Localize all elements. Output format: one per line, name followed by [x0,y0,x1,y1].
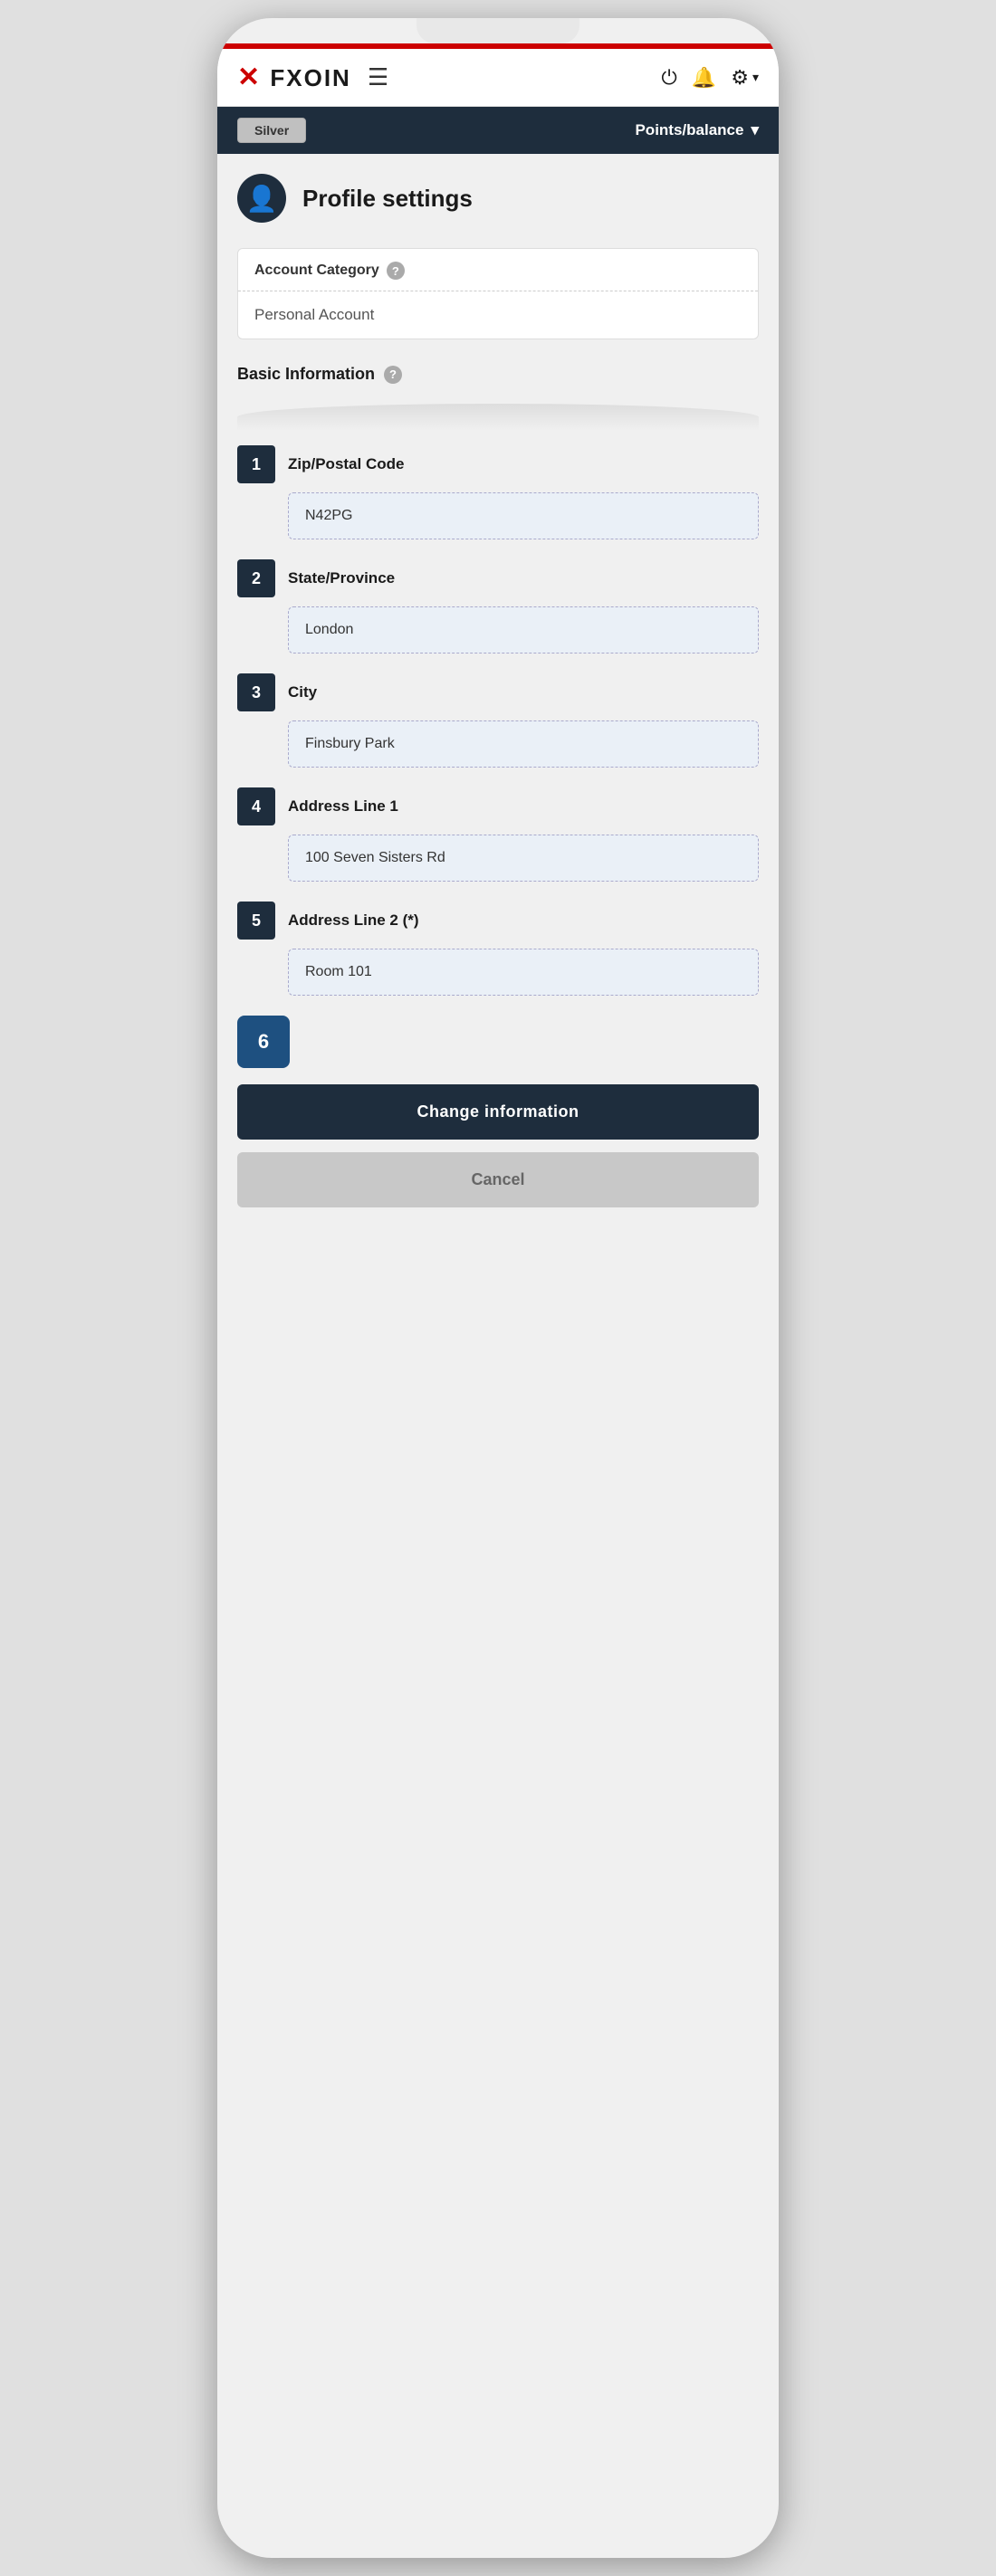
field-2-badge: 2 [237,559,275,597]
field-state-group: 2 State/Province [237,559,759,654]
header: ✕ FXOIN ☰ ⏻ 🔔 ⚙ ▾ [217,49,779,107]
main-content: Account Category ? Personal Account Basi… [217,239,779,1289]
power-icon[interactable]: ⏻ [661,66,676,90]
city-input[interactable] [288,720,759,768]
field-address2-group: 5 Address Line 2 (*) [237,902,759,996]
logo-x-icon: ✕ [237,62,262,92]
address-line-2-input[interactable] [288,949,759,996]
account-category-label-row: Account Category ? [238,249,758,291]
field-address2-header: 5 Address Line 2 (*) [237,902,759,940]
profile-avatar-icon: 👤 [237,174,286,223]
address-line-1-input[interactable] [288,835,759,882]
hamburger-icon[interactable]: ☰ [368,63,388,91]
wave-divider [237,404,759,431]
field-address1-header: 4 Address Line 1 [237,787,759,825]
change-information-button[interactable]: Change information [237,1084,759,1140]
settings-area[interactable]: ⚙ ▾ [731,66,759,90]
field-state-label: State/Province [288,569,395,587]
field-4-badge: 4 [237,787,275,825]
page-title: Profile settings [302,185,473,213]
field-state-header: 2 State/Province [237,559,759,597]
basic-information-help-icon[interactable]: ? [384,366,402,384]
account-category-help-icon[interactable]: ? [387,262,405,280]
account-category-card: Account Category ? Personal Account [237,248,759,339]
field-city-group: 3 City [237,673,759,768]
page-title-bar: 👤 Profile settings [217,154,779,239]
logo-text-fxoin: FXOIN [270,64,350,91]
phone-notch [417,18,579,43]
field-zip-header: 1 Zip/Postal Code [237,445,759,483]
field-6-badge: 6 [237,1016,290,1068]
field-zip-label: Zip/Postal Code [288,455,404,473]
state-province-input[interactable] [288,606,759,654]
field-city-header: 3 City [237,673,759,711]
account-category-label-text: Account Category [254,262,379,279]
silver-badge: Silver [237,118,306,143]
field-address1-label: Address Line 1 [288,797,398,816]
header-icons: ⏻ 🔔 ⚙ ▾ [661,66,759,90]
field-5-badge: 5 [237,902,275,940]
points-bar: Silver Points/balance ▾ [217,107,779,154]
points-chevron-icon: ▾ [751,121,759,139]
bell-icon[interactable]: 🔔 [692,66,716,90]
chevron-down-icon: ▾ [752,70,759,85]
field-1-badge: 1 [237,445,275,483]
logo-area: ✕ FXOIN ☰ [237,62,388,93]
field-3-badge: 3 [237,673,275,711]
cancel-button[interactable]: Cancel [237,1152,759,1207]
field-address2-label: Address Line 2 (*) [288,911,419,930]
zip-postal-code-input[interactable] [288,492,759,539]
field-address1-group: 4 Address Line 1 [237,787,759,882]
account-category-value: Personal Account [238,291,758,339]
phone-shell: ✕ FXOIN ☰ ⏻ 🔔 ⚙ ▾ Silver Points/balance … [217,18,779,2558]
points-balance-button[interactable]: Points/balance ▾ [635,121,759,139]
logo: ✕ FXOIN [237,62,351,93]
basic-information-header: Basic Information ? [237,365,759,384]
points-balance-label: Points/balance [635,121,743,139]
gear-icon: ⚙ [731,66,749,90]
bottom-spacer [237,1207,759,1262]
basic-information-title: Basic Information [237,365,375,384]
field-zip-group: 1 Zip/Postal Code [237,445,759,539]
field-city-label: City [288,683,317,701]
